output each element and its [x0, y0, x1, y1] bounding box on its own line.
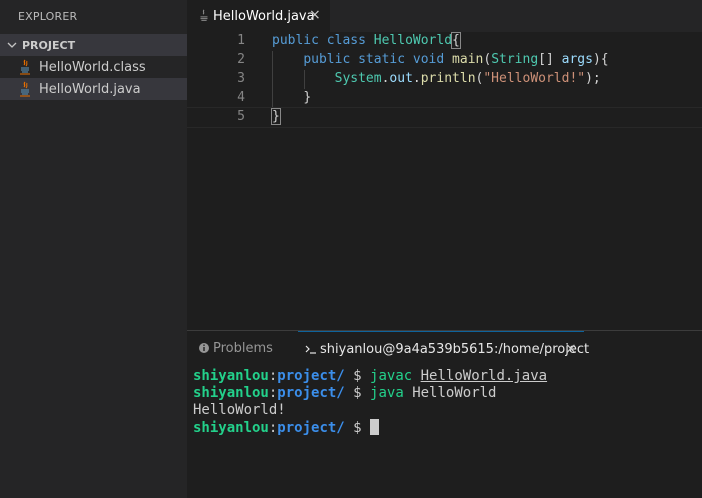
line-number: 4 — [237, 90, 245, 105]
line-number: 2 — [237, 52, 245, 67]
code-text: public static void main(String[] args){ — [303, 52, 609, 67]
file-item-helloworld-class[interactable]: HelloWorld.class — [0, 56, 187, 78]
java-icon — [20, 81, 30, 97]
explorer-sidebar: EXPLORER PROJECT HelloWorld.class HelloW… — [0, 0, 187, 498]
chevron-down-icon — [7, 42, 17, 48]
code-text: System.out.println("HelloWorld!"); — [334, 71, 601, 86]
problems-label: Problems — [213, 341, 273, 356]
terminal-output[interactable]: shiyanlou:project/ $ javac HelloWorld.ja… — [193, 368, 547, 436]
terminal-icon — [305, 345, 316, 354]
code-line: 4 } — [187, 89, 702, 108]
code-text: public class HelloWorld{ — [272, 32, 461, 49]
code-line: 3 System.out.println("HelloWorld!"); — [187, 70, 702, 89]
editor-tab-bar: HelloWorld.java × — [187, 0, 702, 32]
explorer-title: EXPLORER — [18, 10, 78, 23]
tab-terminal[interactable]: shiyanlou@9a4a539b5615:/home/project × — [298, 331, 589, 366]
java-icon — [200, 9, 208, 21]
code-line: 1 public class HelloWorld{ — [187, 32, 702, 51]
terminal-line: shiyanlou:project/ $ javac HelloWorld.ja… — [193, 368, 548, 384]
code-text: } — [303, 90, 312, 105]
java-icon — [20, 59, 30, 75]
tab-label: HelloWorld.java — [213, 9, 315, 24]
code-text: } — [271, 108, 281, 125]
line-number: 3 — [237, 71, 245, 86]
project-section-header[interactable]: PROJECT — [0, 34, 187, 56]
file-name: HelloWorld.class — [39, 60, 146, 75]
bottom-panel: Problems shiyanlou@9a4a539b5615:/home/pr… — [187, 331, 702, 498]
close-icon[interactable]: × — [565, 341, 577, 357]
terminal-label: shiyanlou@9a4a539b5615:/home/project — [320, 342, 590, 357]
tab-problems[interactable]: Problems — [195, 331, 295, 365]
line-number: 5 — [237, 109, 245, 124]
code-line: 2 public static void main(String[] args)… — [187, 51, 702, 70]
file-name: HelloWorld.java — [39, 82, 141, 97]
terminal-cursor — [370, 419, 380, 435]
project-section-label: PROJECT — [22, 39, 76, 52]
terminal-line: shiyanlou:project/ $ java HelloWorld — [193, 385, 497, 401]
info-icon — [199, 343, 209, 353]
file-item-helloworld-java[interactable]: HelloWorld.java — [0, 78, 187, 100]
tab-helloworld-java[interactable]: HelloWorld.java × — [187, 0, 330, 32]
line-number: 1 — [237, 33, 245, 48]
terminal-line: HelloWorld! — [193, 402, 286, 418]
code-editor[interactable]: 1 public class HelloWorld{ 2 public stat… — [187, 32, 702, 330]
close-icon[interactable]: × — [309, 7, 321, 23]
code-line-current: 5 } — [187, 107, 702, 128]
terminal-line: shiyanlou:project/ $ — [193, 419, 547, 436]
